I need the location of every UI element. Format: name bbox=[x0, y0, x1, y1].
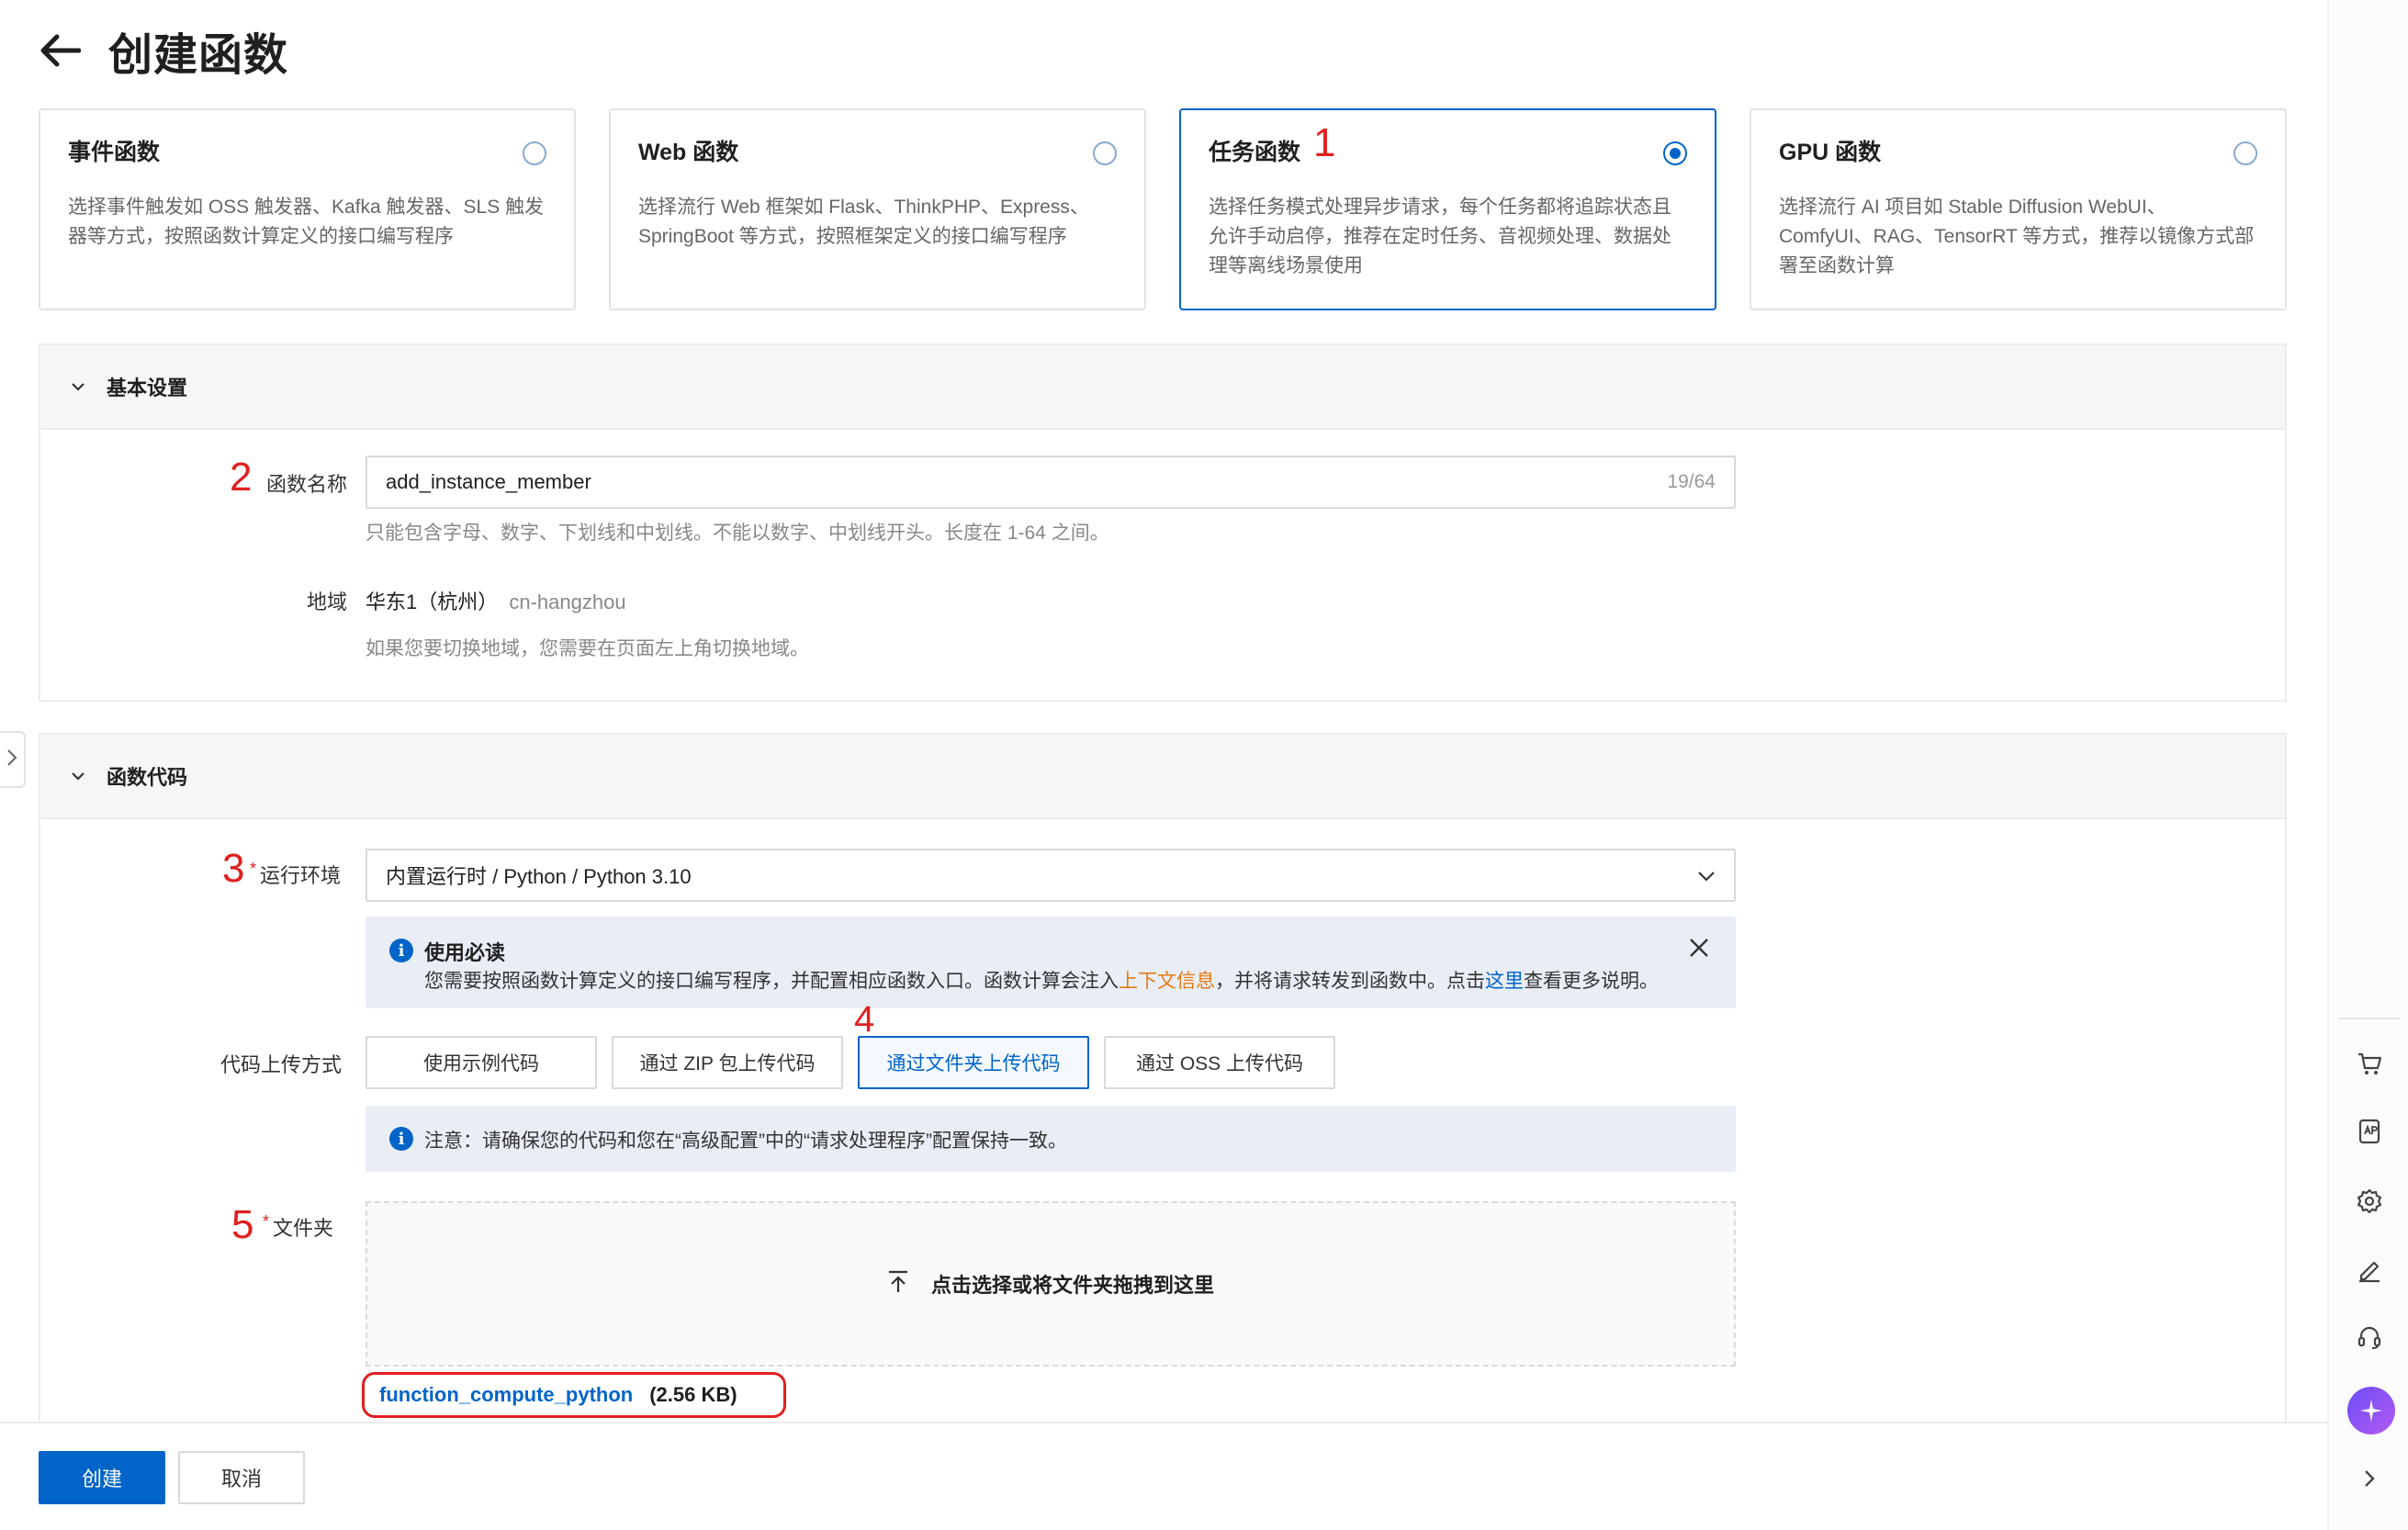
info-icon: i bbox=[389, 1127, 413, 1151]
chevron-right-icon[interactable] bbox=[2347, 1457, 2391, 1501]
notice-text-part: 查看更多说明。 bbox=[1524, 971, 1659, 992]
cart-icon[interactable] bbox=[2347, 1041, 2391, 1086]
annotation-marker-3: 3 bbox=[222, 846, 245, 891]
here-link[interactable]: 这里 bbox=[1485, 971, 1524, 992]
section-title: 函数代码 bbox=[107, 766, 188, 789]
annotation-marker-4: 4 bbox=[854, 999, 875, 1040]
section-header[interactable]: 函数代码 bbox=[40, 735, 2285, 819]
info-icon: i bbox=[389, 939, 413, 962]
card-task-function[interactable]: 任务函数 1 选择任务模式处理异步请求，每个任务都将追踪状态且允许手动启停，推荐… bbox=[1179, 108, 1716, 310]
notice-title: 使用必读 bbox=[424, 941, 506, 964]
create-button[interactable]: 创建 bbox=[39, 1451, 165, 1504]
usage-notice: i 使用必读 您需要按照函数计算定义的接口编写程序，并配置相应函数入口。函数计算… bbox=[366, 917, 1736, 1008]
card-title: Web 函数 bbox=[638, 140, 739, 165]
card-desc: 选择任务模式处理异步请求，每个任务都将追踪状态且允许手动启停，推荐在定时任务、音… bbox=[1209, 197, 1671, 276]
headset-icon[interactable] bbox=[2347, 1315, 2391, 1359]
region-name: 华东1（杭州） bbox=[366, 591, 499, 613]
annotation-marker-5: 5 bbox=[231, 1202, 254, 1247]
input-value: add_instance_member bbox=[386, 470, 591, 493]
tab-sample-code[interactable]: 使用示例代码 bbox=[366, 1036, 597, 1089]
handler-note: i 注意：请确保您的代码和您在“高级配置”中的“请求处理程序”配置保持一致。 bbox=[366, 1106, 1736, 1172]
folder-label: * 文件夹 bbox=[263, 1212, 333, 1242]
note-text: 注意：请确保您的代码和您在“高级配置”中的“请求处理程序”配置保持一致。 bbox=[424, 1131, 1067, 1152]
select-value: 内置运行时 / Python / Python 3.10 bbox=[386, 865, 692, 888]
page-title: 创建函数 bbox=[108, 31, 289, 80]
cancel-button[interactable]: 取消 bbox=[178, 1451, 305, 1504]
tab-zip-upload[interactable]: 通过 ZIP 包上传代码 bbox=[612, 1036, 843, 1089]
arrow-left-icon[interactable] bbox=[37, 28, 83, 73]
page-header: 创建函数 bbox=[37, 20, 288, 81]
file-size: (2.56 KB) bbox=[649, 1383, 737, 1406]
notice-text: 您需要按照函数计算定义的接口编写程序，并配置相应函数入口。函数计算会注入上下文信… bbox=[424, 966, 1659, 994]
notice-text-part: 您需要按照函数计算定义的接口编写程序，并配置相应函数入口。函数计算会注入 bbox=[424, 971, 1119, 992]
basic-settings-section: 基本设置 2 函数名称 add_instance_member 19/64 只能… bbox=[39, 343, 2287, 702]
card-desc: 选择流行 AI 项目如 Stable Diffusion WebUI、Comfy… bbox=[1779, 197, 2255, 276]
folder-label-text: 文件夹 bbox=[273, 1217, 334, 1240]
right-toolbar bbox=[2327, 0, 2408, 1530]
required-mark: * bbox=[263, 1212, 270, 1231]
upload-icon bbox=[887, 1270, 909, 1299]
file-name-link[interactable]: function_compute_python bbox=[379, 1383, 633, 1407]
region-hint: 如果您要切换地域，您需要在页面左上角切换地域。 bbox=[366, 638, 809, 659]
api-document-icon[interactable] bbox=[2347, 1109, 2391, 1153]
main-content: 创建函数 事件函数 选择事件触发如 OSS 触发器、Kafka 触发器、SLS … bbox=[0, 0, 2327, 1530]
card-title: GPU 函数 bbox=[1779, 140, 1882, 165]
runtime-label-text: 运行环境 bbox=[260, 864, 342, 887]
annotation-marker-2: 2 bbox=[230, 455, 253, 500]
card-desc: 选择流行 Web 框架如 Flask、ThinkPHP、Express、Spri… bbox=[638, 197, 1089, 247]
annotation-marker-1: 1 bbox=[1313, 120, 1336, 165]
card-gpu-function[interactable]: GPU 函数 选择流行 AI 项目如 Stable Diffusion WebU… bbox=[1750, 108, 2287, 310]
radio-button[interactable] bbox=[1093, 141, 1117, 165]
function-name-input[interactable]: add_instance_member 19/64 bbox=[366, 456, 1736, 509]
section-header[interactable]: 基本设置 bbox=[40, 345, 2285, 430]
expand-sidebar-button[interactable] bbox=[0, 731, 26, 788]
function-name-hint: 只能包含字母、数字、下划线和中划线。不能以数字、中划线开头。长度在 1-64 之… bbox=[366, 523, 1109, 544]
required-mark: * bbox=[250, 860, 257, 878]
divider bbox=[2338, 1018, 2401, 1019]
card-event-function[interactable]: 事件函数 选择事件触发如 OSS 触发器、Kafka 触发器、SLS 触发器等方… bbox=[39, 108, 576, 310]
uploaded-file-item: function_compute_python (2.56 KB) bbox=[362, 1372, 786, 1418]
notice-text-part: ，并将请求转发到函数中。点击 bbox=[1215, 971, 1485, 992]
close-icon[interactable] bbox=[1686, 935, 1712, 961]
radio-button[interactable] bbox=[2234, 141, 2257, 165]
chevron-down-icon bbox=[1697, 863, 1716, 887]
function-name-label: 函数名称 bbox=[266, 473, 348, 496]
card-title: 事件函数 bbox=[68, 140, 161, 165]
radio-button-selected[interactable] bbox=[1663, 141, 1687, 165]
region-value: 华东1（杭州） cn-hangzhou bbox=[366, 586, 626, 615]
function-type-cards: 事件函数 选择事件触发如 OSS 触发器、Kafka 触发器、SLS 触发器等方… bbox=[39, 108, 2287, 310]
chevron-right-icon bbox=[6, 748, 17, 771]
section-title: 基本设置 bbox=[107, 377, 188, 399]
runtime-label: * 运行环境 bbox=[250, 860, 341, 889]
function-code-section: 函数代码 3 * 运行环境 内置运行时 / Python / Python 3.1… bbox=[39, 733, 2287, 1431]
tab-folder-upload[interactable]: 通过文件夹上传代码 bbox=[858, 1036, 1089, 1089]
edit-icon[interactable] bbox=[2347, 1247, 2391, 1291]
tab-oss-upload[interactable]: 通过 OSS 上传代码 bbox=[1104, 1036, 1335, 1089]
ai-assistant-icon[interactable] bbox=[2347, 1387, 2395, 1434]
upload-method-label: 代码上传方式 bbox=[220, 1053, 343, 1076]
region-id: cn-hangzhou bbox=[509, 591, 626, 613]
dropzone-text: 点击选择或将文件夹拖拽到这里 bbox=[930, 1274, 1214, 1297]
runtime-select[interactable]: 内置运行时 / Python / Python 3.10 bbox=[366, 849, 1736, 902]
char-counter: 19/64 bbox=[1667, 471, 1716, 492]
folder-dropzone[interactable]: 点击选择或将文件夹拖拽到这里 bbox=[366, 1201, 1736, 1367]
chevron-down-icon bbox=[68, 377, 88, 397]
footer-bar: 创建 取消 bbox=[0, 1422, 2327, 1530]
context-info-link[interactable]: 上下文信息 bbox=[1119, 971, 1215, 992]
region-label: 地域 bbox=[307, 591, 348, 613]
upload-method-tabs: 使用示例代码 通过 ZIP 包上传代码 通过文件夹上传代码 通过 OSS 上传代… bbox=[366, 1036, 1335, 1089]
chevron-down-icon bbox=[68, 766, 88, 786]
card-title: 任务函数 bbox=[1209, 140, 1301, 165]
radio-button[interactable] bbox=[523, 141, 546, 165]
gear-icon[interactable] bbox=[2347, 1179, 2391, 1223]
card-desc: 选择事件触发如 OSS 触发器、Kafka 触发器、SLS 触发器等方式，按照函… bbox=[68, 197, 545, 247]
card-web-function[interactable]: Web 函数 选择流行 Web 框架如 Flask、ThinkPHP、Expre… bbox=[609, 108, 1146, 310]
